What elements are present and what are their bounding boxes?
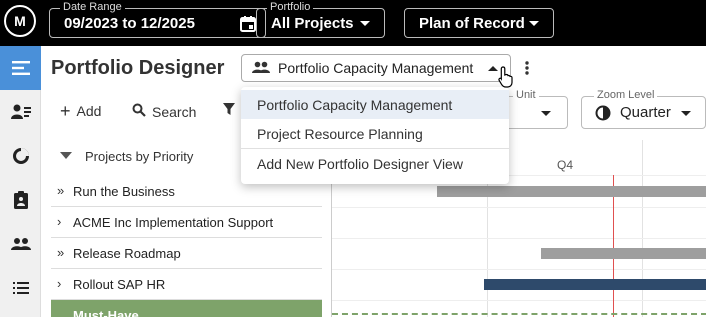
page-title: Portfolio Designer: [51, 57, 225, 79]
plan-filter[interactable]: Plan of Record: [404, 8, 554, 38]
assign-icon[interactable]: [0, 90, 41, 134]
app-logo[interactable]: M: [4, 5, 36, 37]
pointer-cursor-icon: [498, 66, 516, 93]
chevron-down-icon: [681, 111, 691, 116]
gantt-row-divider: [332, 269, 706, 270]
chevron-up-icon: [488, 66, 498, 71]
chevron-down-icon: [529, 21, 539, 26]
plan-value: Plan of Record: [419, 14, 525, 32]
chevron-down-icon: [541, 111, 551, 116]
clipboard-icon[interactable]: [0, 178, 41, 222]
pie-icon[interactable]: [0, 134, 41, 178]
collapse-triangle-icon[interactable]: [60, 152, 72, 159]
calendar-icon[interactable]: [239, 15, 257, 37]
view-select-value: Portfolio Capacity Management: [278, 60, 474, 76]
time-unit-label: Unit: [513, 89, 539, 102]
menu-item-project-resource-planning[interactable]: Project Resource Planning: [241, 119, 509, 148]
row-label: Run the Business: [73, 183, 175, 199]
people-icon: [252, 61, 270, 77]
plus-icon: +: [60, 101, 71, 121]
top-bar: M Date Range 09/2023 to 12/2025 Portfoli…: [0, 0, 706, 46]
chevron-right-icon[interactable]: ›: [57, 276, 61, 291]
view-dropdown-menu: Portfolio Capacity Management Project Re…: [241, 87, 509, 184]
zoom-level-value: Quarter: [620, 104, 671, 121]
time-icon: [595, 105, 611, 125]
row-label: ACME Inc Implementation Support: [73, 214, 274, 230]
row-label: Rollout SAP HR: [73, 276, 166, 292]
chevron-right-icon[interactable]: ›: [57, 214, 61, 229]
menu-item-add-new-view[interactable]: Add New Portfolio Designer View: [241, 149, 509, 178]
group-label: Projects by Priority: [85, 148, 194, 164]
gantt-bar[interactable]: [437, 186, 706, 197]
filter-icon[interactable]: [223, 103, 235, 115]
gantt-row-divider: [332, 238, 706, 239]
row-label: Release Roadmap: [73, 245, 181, 261]
double-chevron-right-icon[interactable]: »: [57, 183, 64, 198]
portfolio-filter[interactable]: Portfolio All Projects: [256, 1, 385, 38]
gantt-bar[interactable]: [541, 248, 706, 259]
gantt-dashed-line: [332, 313, 706, 315]
search-button[interactable]: Search: [132, 103, 196, 120]
date-range-filter[interactable]: Date Range 09/2023 to 12/2025: [49, 1, 266, 38]
add-button[interactable]: + Add: [60, 101, 102, 121]
list-icon[interactable]: [0, 266, 41, 310]
double-chevron-right-icon[interactable]: »: [57, 245, 64, 260]
portfolio-label: Portfolio: [267, 1, 314, 14]
zoom-level-select[interactable]: Zoom Level Quarter: [581, 89, 706, 129]
list-item[interactable]: › Rollout SAP HR: [51, 269, 322, 300]
gantt-gridline: [642, 140, 643, 317]
gantt-row-divider: [332, 300, 706, 301]
more-vert-icon[interactable]: [524, 60, 530, 81]
left-nav-rail: [0, 46, 41, 317]
group-row-must-have[interactable]: Must-Have: [51, 300, 322, 317]
menu-item-portfolio-capacity-management[interactable]: Portfolio Capacity Management: [241, 90, 509, 119]
date-range-label: Date Range: [60, 1, 125, 14]
portfolio-value: All Projects: [271, 14, 354, 32]
add-label: Add: [76, 103, 102, 119]
chevron-down-icon: [360, 21, 370, 26]
gantt-bar[interactable]: [484, 279, 706, 290]
date-range-value: 09/2023 to 12/2025: [64, 14, 195, 32]
list-item[interactable]: » Release Roadmap: [51, 238, 322, 269]
search-label: Search: [152, 103, 197, 120]
time-unit-select[interactable]: Unit: [500, 89, 568, 129]
group-icon[interactable]: [0, 222, 41, 266]
view-select[interactable]: Portfolio Capacity Management: [241, 54, 511, 82]
gantt-row-divider: [332, 207, 706, 208]
list-item[interactable]: › ACME Inc Implementation Support: [51, 207, 322, 238]
search-icon: [132, 103, 146, 120]
menu-icon[interactable]: [0, 46, 41, 90]
row-label: Must-Have: [73, 308, 139, 317]
quarter-label: Q4: [557, 158, 574, 172]
zoom-level-label: Zoom Level: [594, 89, 658, 102]
